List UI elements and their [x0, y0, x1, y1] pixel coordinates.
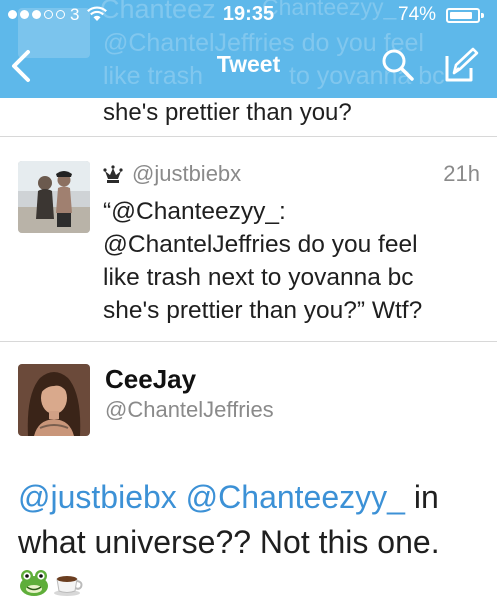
tweet-timestamp: 21h	[443, 161, 480, 186]
battery-icon	[446, 8, 484, 23]
divider	[0, 341, 497, 342]
user-handle[interactable]: @ChantelJeffries	[105, 397, 274, 423]
battery-percent: 74%	[398, 4, 437, 25]
mention-link[interactable]: @justbiebx	[18, 479, 177, 515]
tweet-text: @justbiebx @Chanteezyy_ in what universe…	[18, 475, 483, 565]
tweet-text: “@Chanteezyy_: @ChantelJeffries do you f…	[103, 198, 423, 324]
divider	[0, 136, 497, 137]
compose-icon[interactable]	[441, 46, 479, 84]
status-bar: 3 19:35 74%	[0, 0, 497, 30]
mention-link[interactable]: @Chanteezyy_	[186, 479, 405, 515]
display-name[interactable]: CeeJay	[105, 364, 196, 395]
previous-tweet-fragment: she's prettier than you?	[103, 99, 352, 126]
tweet-handle[interactable]: @justbiebx	[132, 161, 241, 187]
navigation-bar: Chanteez Chanteezyy_ @ChantelJeffries do…	[0, 0, 497, 98]
avatar[interactable]	[18, 161, 90, 233]
coffee-cup-icon	[54, 576, 83, 596]
crown-icon	[103, 165, 123, 183]
search-icon[interactable]	[381, 48, 415, 82]
page-title: Tweet	[216, 51, 281, 77]
avatar[interactable]	[18, 364, 90, 436]
frog-face-icon	[20, 570, 48, 596]
